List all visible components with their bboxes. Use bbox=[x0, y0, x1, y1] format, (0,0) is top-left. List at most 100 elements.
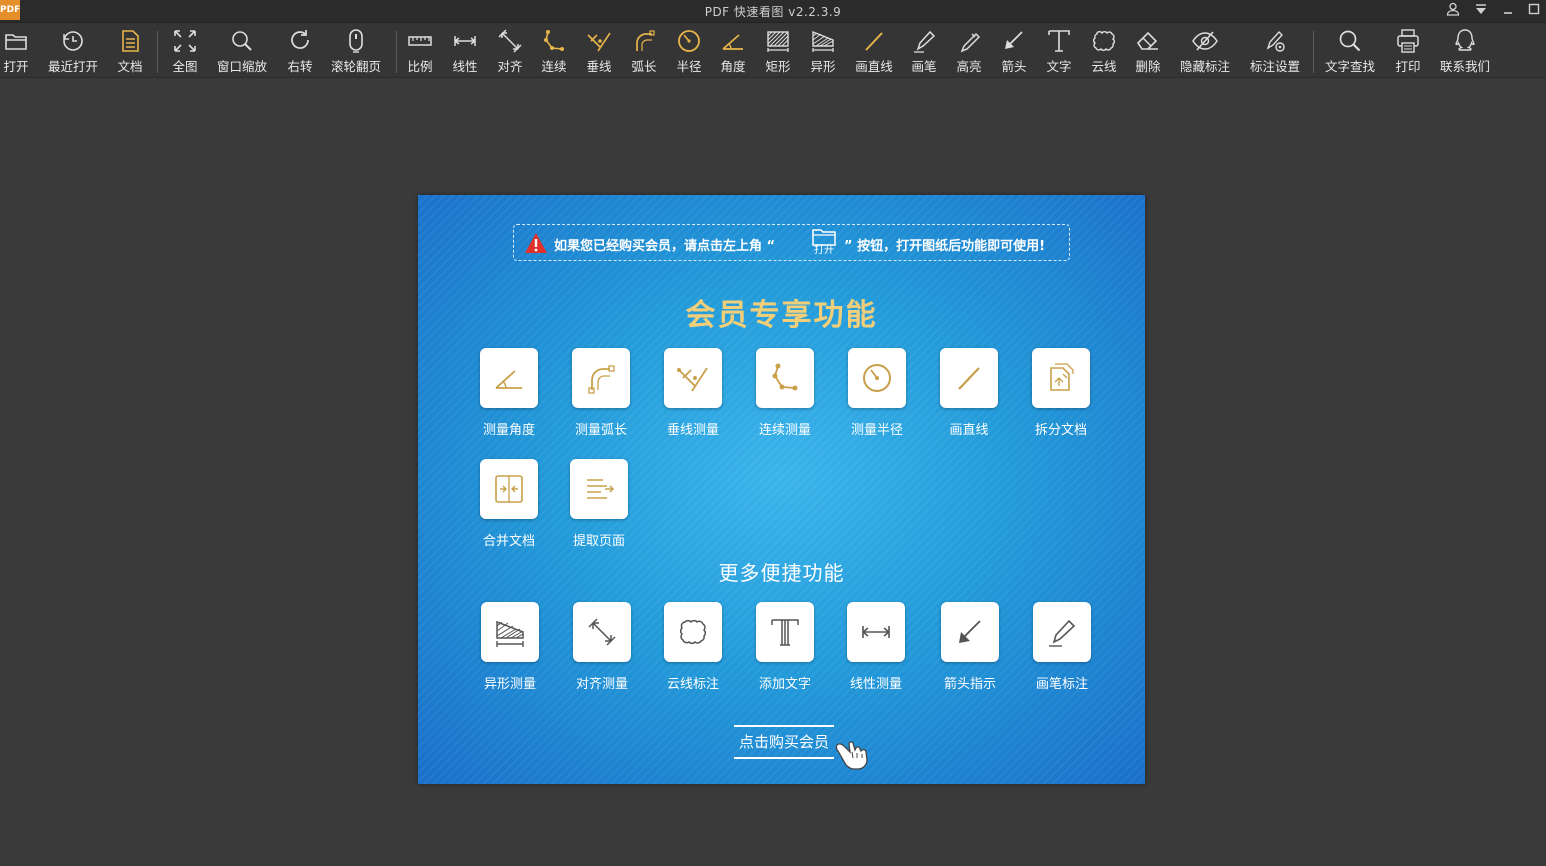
main-toolbar: 打开 最近打开 文档 全图 窗口缩放 右转 滚轮翻页 比例 线性 对齐 连续 垂… bbox=[0, 23, 1546, 78]
toolbar-open-button[interactable]: 打开 bbox=[0, 27, 32, 75]
toolbar-angle-button[interactable]: 角度 bbox=[717, 27, 749, 75]
pointing-hand-icon bbox=[835, 741, 868, 770]
toolbar-highlight-button[interactable]: 高亮 bbox=[953, 27, 985, 75]
toolbar-wheel-page-button[interactable]: 滚轮翻页 bbox=[328, 27, 384, 75]
toolbar-hide-annotations-button[interactable]: 隐藏标注 bbox=[1177, 27, 1233, 75]
toolbar-window-zoom-button[interactable]: 窗口缩放 bbox=[213, 27, 271, 75]
document-icon bbox=[114, 27, 146, 55]
notice-text-before: 如果您已经购买会员，请点击左上角 “ bbox=[554, 239, 776, 254]
split-document-icon bbox=[1050, 363, 1074, 391]
cloud-line-icon bbox=[1088, 27, 1120, 55]
feature-extract-page[interactable]: 提取页面 bbox=[554, 459, 644, 549]
feature-arrow-indicator[interactable]: 箭头指示 bbox=[925, 602, 1015, 692]
feature-split-document[interactable]: 拆分文档 bbox=[1016, 348, 1106, 438]
pen-icon bbox=[1049, 619, 1076, 647]
window-title: PDF 快速看图 v2.2.3.9 bbox=[704, 5, 842, 19]
toolbar-rotate-right-button[interactable]: 右转 bbox=[284, 27, 316, 75]
feature-measure-angle[interactable]: 测量角度 bbox=[464, 348, 554, 438]
arrow-icon bbox=[959, 620, 981, 643]
scale-ruler-icon bbox=[404, 27, 436, 55]
merge-document-icon bbox=[495, 475, 523, 503]
toolbar-arc-length-button[interactable]: 弧长 bbox=[628, 27, 660, 75]
draw-line-icon bbox=[852, 27, 896, 55]
annotation-settings-icon bbox=[1246, 27, 1304, 55]
toolbar-fit-all-button[interactable]: 全图 bbox=[168, 27, 202, 75]
maximize-icon[interactable] bbox=[1528, 2, 1540, 21]
arc-length-icon bbox=[628, 27, 660, 55]
toolbar-cloud-line-button[interactable]: 云线 bbox=[1088, 27, 1120, 75]
notice-open-folder: 打开 bbox=[810, 227, 838, 259]
toolbar-recent-button[interactable]: 最近打开 bbox=[45, 27, 101, 75]
feature-continuous-measure[interactable]: 连续测量 bbox=[740, 348, 830, 438]
toolbar-arrow-button[interactable]: 箭头 bbox=[998, 27, 1030, 75]
radius-icon bbox=[673, 27, 705, 55]
dropdown-menu-icon[interactable] bbox=[1474, 2, 1488, 21]
toolbar-separator bbox=[1313, 31, 1314, 73]
magnifier-icon bbox=[213, 27, 271, 55]
feature-cloud-annotation[interactable]: 云线标注 bbox=[648, 602, 738, 692]
toolbar-perpendicular-button[interactable]: 垂线 bbox=[583, 27, 615, 75]
toolbar-align-button[interactable]: 对齐 bbox=[494, 27, 526, 75]
toolbar-draw-line-button[interactable]: 画直线 bbox=[852, 27, 896, 75]
notice-text-after: ” 按钮，打开图纸后功能即可使用! bbox=[844, 239, 1045, 254]
draw-line-icon bbox=[958, 367, 980, 390]
feature-irregular-measure[interactable]: 异形测量 bbox=[465, 602, 555, 692]
folder-open-icon bbox=[0, 27, 32, 55]
feature-measure-radius[interactable]: 测量半径 bbox=[832, 348, 922, 438]
radius-icon bbox=[863, 364, 891, 392]
perpendicular-icon bbox=[677, 367, 708, 392]
user-icon[interactable] bbox=[1446, 2, 1460, 21]
printer-icon bbox=[1392, 27, 1424, 55]
fit-all-icon bbox=[168, 27, 202, 55]
align-measure-icon bbox=[494, 27, 526, 55]
toolbar-continuous-button[interactable]: 连续 bbox=[538, 27, 570, 75]
toolbar-radius-button[interactable]: 半径 bbox=[673, 27, 705, 75]
toolbar-delete-button[interactable]: 删除 bbox=[1132, 27, 1164, 75]
feature-pen-annotation[interactable]: 画笔标注 bbox=[1017, 602, 1107, 692]
linear-measure-icon bbox=[449, 27, 481, 55]
toolbar-irregular-button[interactable]: 异形 bbox=[807, 27, 839, 75]
highlighter-icon bbox=[953, 27, 985, 55]
more-features-title: 更多便捷功能 bbox=[718, 561, 845, 585]
toolbar-contact-us-button[interactable]: 联系我们 bbox=[1437, 27, 1493, 75]
feature-draw-line[interactable]: 画直线 bbox=[924, 348, 1014, 438]
toolbar-annotation-settings-button[interactable]: 标注设置 bbox=[1246, 27, 1304, 75]
irregular-area-icon bbox=[496, 620, 524, 647]
member-notice: 如果您已经购买会员，请点击左上角 “ 打开 ” 按钮，打开图纸后功能即可使用! bbox=[513, 224, 1070, 261]
buy-membership-link[interactable]: 点击购买会员 bbox=[734, 725, 834, 759]
text-search-icon bbox=[1322, 27, 1378, 55]
feature-linear-measure[interactable]: 线性测量 bbox=[831, 602, 921, 692]
toolbar-rectangle-button[interactable]: 矩形 bbox=[762, 27, 794, 75]
toolbar-print-button[interactable]: 打印 bbox=[1392, 27, 1424, 75]
cloud-line-icon bbox=[679, 619, 707, 645]
eraser-icon bbox=[1132, 27, 1164, 55]
toolbar-text-button[interactable]: 文字 bbox=[1043, 27, 1075, 75]
irregular-area-icon bbox=[807, 27, 839, 55]
feature-measure-arc[interactable]: 测量弧长 bbox=[556, 348, 646, 438]
toolbar-separator bbox=[157, 31, 158, 73]
rotate-right-icon bbox=[284, 27, 316, 55]
toolbar-document-button[interactable]: 文档 bbox=[114, 27, 146, 75]
toolbar-pen-button[interactable]: 画笔 bbox=[908, 27, 940, 75]
minimize-icon[interactable] bbox=[1502, 2, 1514, 21]
continuous-measure-icon bbox=[538, 27, 570, 55]
toolbar-linear-button[interactable]: 线性 bbox=[449, 27, 481, 75]
pen-icon bbox=[908, 27, 940, 55]
feature-add-text[interactable]: 添加文字 bbox=[740, 602, 830, 692]
folder-open-icon bbox=[812, 229, 836, 246]
feature-merge-document[interactable]: 合并文档 bbox=[464, 459, 554, 549]
window-controls bbox=[1446, 2, 1540, 21]
warning-icon bbox=[524, 232, 548, 254]
eye-hidden-icon bbox=[1177, 27, 1233, 55]
perpendicular-icon bbox=[583, 27, 615, 55]
text-icon bbox=[771, 619, 799, 646]
toolbar-scale-button[interactable]: 比例 bbox=[404, 27, 436, 75]
feature-perpendicular-measure[interactable]: 垂线测量 bbox=[648, 348, 738, 438]
member-features-title: 会员专享功能 bbox=[685, 298, 878, 333]
contact-qq-icon bbox=[1437, 27, 1493, 55]
toolbar-separator bbox=[396, 31, 397, 73]
feature-align-measure[interactable]: 对齐测量 bbox=[557, 602, 647, 692]
arc-length-icon bbox=[588, 365, 615, 394]
align-measure-icon bbox=[588, 618, 616, 646]
toolbar-text-search-button[interactable]: 文字查找 bbox=[1322, 27, 1378, 75]
